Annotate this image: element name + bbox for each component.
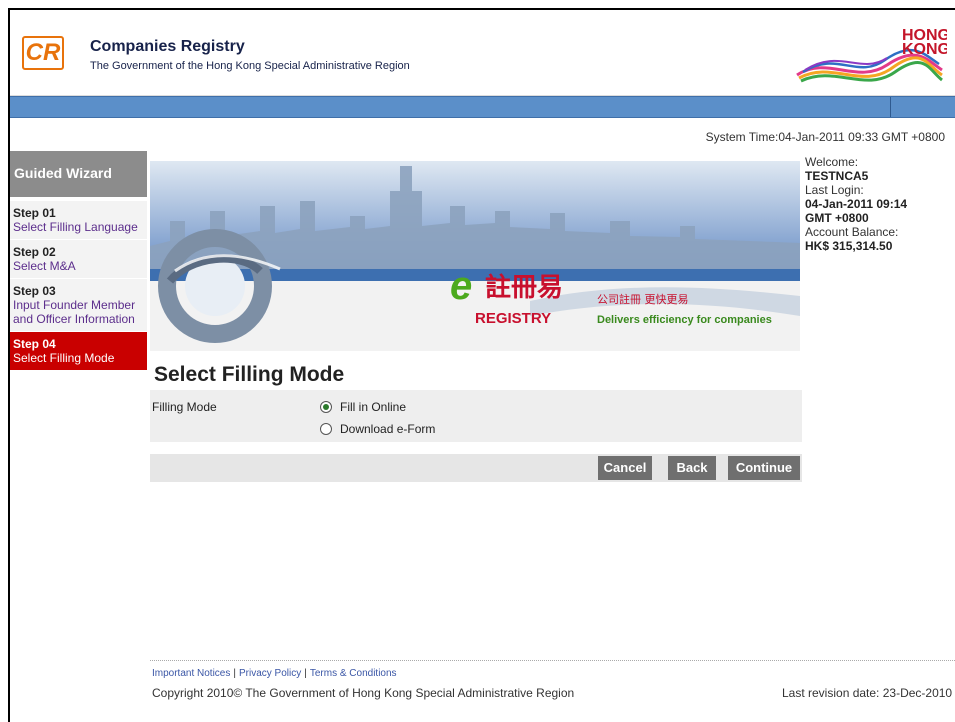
step-label[interactable]: Select Filling Mode [13,351,144,365]
site-subtitle: The Government of the Hong Kong Special … [90,60,410,72]
option-download-eform[interactable]: Download e-Form [320,422,435,436]
continue-button[interactable]: Continue [728,456,800,480]
terms-conditions-link[interactable]: Terms & Conditions [310,668,397,679]
step-number: Step 02 [13,245,56,259]
revision-date: Last revision date: 23-Dec-2010 [782,686,953,700]
option-fill-online[interactable]: Fill in Online [320,400,406,414]
username: TESTNCA5 [805,169,869,183]
page-title: Select Filling Mode [154,363,345,386]
wizard-step-02[interactable]: Step 02 Select M&A [10,240,147,279]
system-time: System Time:04-Jan-2011 09:33 GMT +0800 [705,130,945,144]
filling-mode-section: Filling Mode Fill in Online Download e-F… [150,390,802,442]
wizard-step-03[interactable]: Step 03 Input Founder Member and Officer… [10,279,147,332]
footer-links: Important Notices | Privacy Policy | Terms &… [152,668,397,679]
top-nav-bar [10,96,955,118]
hong-kong-logo: HONG KONG [796,27,947,83]
privacy-policy-link[interactable]: Privacy Policy [239,668,301,679]
last-login-timezone: GMT +0800 [805,211,869,225]
step-label[interactable]: Select M&A [13,259,144,273]
banner-chinese-slogan: 公司註冊 更快更易 [597,293,689,306]
last-login-date: 04-Jan-2011 09:14 [805,197,908,211]
site-header: CR Companies Registry The Government of … [10,10,955,96]
back-button[interactable]: Back [668,456,716,480]
wizard-step-01[interactable]: Step 01 Select Filling Language [10,201,147,240]
banner-registry-word: REGISTRY [475,310,551,327]
footer-divider [150,660,955,661]
welcome-panel: Welcome: TESTNCA5 Last Login: 04-Jan-201… [805,155,955,253]
account-balance-value: HK$ 315,314.50 [805,239,893,253]
wizard-step-04[interactable]: Step 04 Select Filling Mode [10,332,147,371]
radio-unselected-icon[interactable] [320,423,332,435]
banner-english-slogan: Delivers efficiency for companies [597,314,772,326]
important-notices-link[interactable]: Important Notices [152,668,230,679]
copyright-text: Copyright 2010© The Government of Hong K… [152,686,575,700]
wizard-title: Guided Wizard [10,151,147,201]
radio-selected-icon[interactable] [320,401,332,413]
action-bar: Cancel Back Continue [150,454,802,482]
hk-logo-text-2: KONG [902,41,947,58]
guided-wizard: Guided Wizard Step 01 Select Filling Lan… [10,151,147,371]
link-separator: | [304,668,307,679]
banner-chinese-title: 註冊易 [485,273,563,303]
account-balance-label: Account Balance: [805,225,899,239]
svg-text:e: e [450,264,472,308]
last-login-label: Last Login: [805,183,864,197]
filling-mode-label: Filling Mode [152,400,217,414]
link-separator: | [233,668,236,679]
step-label[interactable]: Input Founder Member and Officer Informa… [13,298,144,326]
step-number: Step 04 [13,337,56,351]
step-label[interactable]: Select Filling Language [13,220,144,234]
step-number: Step 01 [13,206,56,220]
option-label[interactable]: Fill in Online [340,400,406,414]
browser-frame: CR Companies Registry The Government of … [8,8,955,722]
e-registry-banner: e 註冊易 REGISTRY 公司註冊 更快更易 Delivers effici… [150,151,800,351]
cr-logo[interactable]: CR [22,36,64,70]
cancel-button[interactable]: Cancel [598,456,652,480]
welcome-label: Welcome: [805,155,859,169]
option-label[interactable]: Download e-Form [340,422,435,436]
site-title: Companies Registry [90,38,245,55]
step-number: Step 03 [13,284,56,298]
